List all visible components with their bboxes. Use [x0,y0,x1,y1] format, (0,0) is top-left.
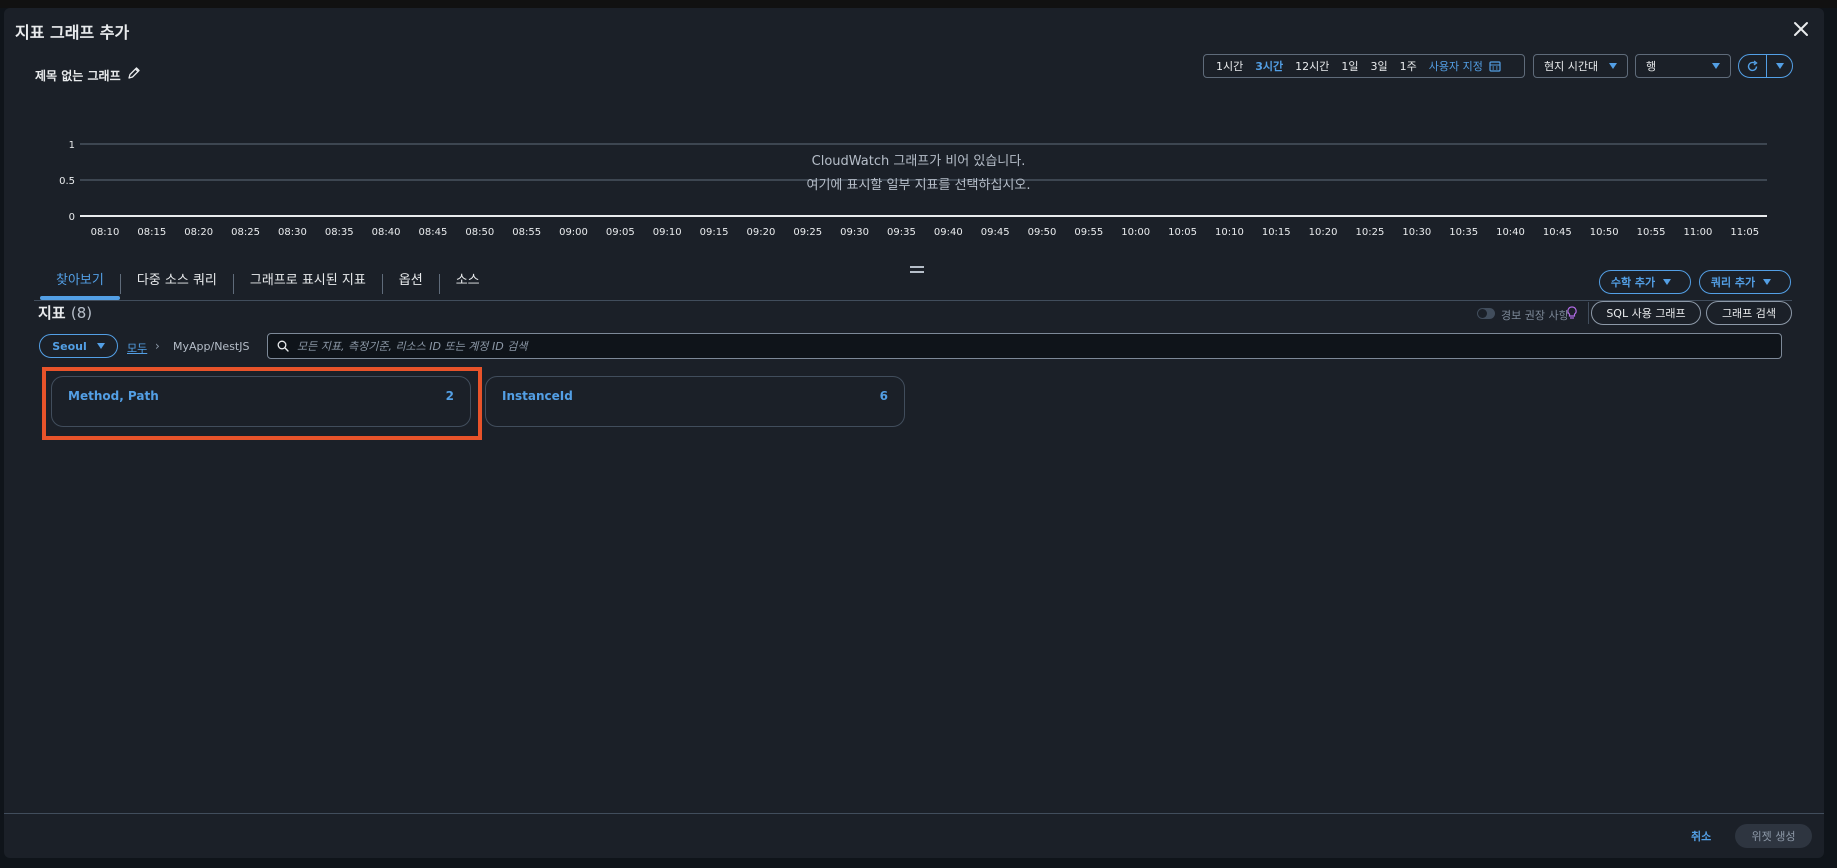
breadcrumb-namespace: MyApp/NestJS [173,340,250,353]
dimension-name: InstanceId [502,389,573,403]
alarm-recommendations-toggle[interactable] [1477,308,1495,319]
range-1d[interactable]: 1일 [1335,58,1364,74]
range-1h[interactable]: 1시간 [1210,58,1249,74]
chevron-right-icon: › [155,339,160,353]
tab-options[interactable]: 옵션 [383,268,439,300]
add-query-label: 쿼리 추가 [1710,276,1756,289]
refresh-icon [1747,59,1758,71]
caret-down-icon [96,343,105,349]
pencil-icon[interactable] [127,66,141,80]
breadcrumb-all[interactable]: 모두 [127,340,147,356]
add-math-label: 수학 추가 [1610,276,1656,289]
time-range-selector: 1시간 3시간 12시간 1일 3일 1주 사용자 지정 [1203,54,1525,78]
metric-search-field [267,333,1782,359]
metric-search-input[interactable] [297,339,1781,353]
dimension-count: 6 [879,389,888,403]
caret-down-icon [1775,63,1784,69]
alarm-recommendations-label: 경보 권장 사항 [1501,309,1569,322]
footer-divider [4,813,1824,814]
calendar-icon[interactable] [1489,60,1501,72]
close-icon [1794,22,1808,36]
add-math-button[interactable]: 수학 추가 [1599,270,1691,294]
divider [1588,302,1589,324]
empty-graph-title: CloudWatch 그래프가 비어 있습니다. [811,154,1026,169]
lightbulb-icon [1567,306,1577,319]
range-12h[interactable]: 12시간 [1289,58,1335,74]
tab-graphed-metrics[interactable]: 그래프로 표시된 지표 [234,268,382,300]
empty-graph-subtitle: 여기에 표시할 일부 지표를 선택하십시오. [806,178,1031,193]
add-query-button[interactable]: 쿼리 추가 [1699,270,1791,294]
refresh-control [1738,54,1793,78]
range-3h[interactable]: 3시간 [1249,58,1289,74]
dimension-card-instanceid[interactable]: InstanceId 6 [485,376,905,427]
tab-multi-source-query[interactable]: 다중 소스 쿼리 [121,268,233,300]
region-value: Seoul [52,339,87,353]
refresh-button[interactable] [1739,55,1767,77]
close-button[interactable] [1788,16,1814,42]
create-widget-button[interactable]: 위젯 생성 [1735,824,1812,848]
caret-down-icon [1609,63,1617,69]
modal-title: 지표 그래프 추가 [15,23,130,42]
view-value: 행 [1646,60,1657,73]
resize-handle[interactable] [910,266,924,274]
range-1w[interactable]: 1주 [1394,58,1423,74]
tab-browse[interactable]: 찾아보기 [40,268,120,300]
metrics-heading: 지표 (8) [38,302,92,323]
highlight-annotation-box [42,367,482,440]
metrics-heading-text: 지표 [38,304,66,322]
timezone-value: 현지 시간대 [1544,60,1599,73]
graph-title: 제목 없는 그래프 [35,69,121,83]
caret-down-icon [1763,279,1772,285]
timezone-select[interactable]: 현지 시간대 [1533,54,1628,78]
sql-graph-button[interactable]: SQL 사용 그래프 [1591,301,1701,325]
search-icon [277,340,289,352]
caret-down-icon [1712,63,1720,69]
region-select[interactable]: Seoul [39,334,118,358]
refresh-interval-dropdown[interactable] [1767,55,1792,77]
range-custom[interactable]: 사용자 지정 [1423,58,1487,74]
range-3d[interactable]: 3일 [1365,58,1394,74]
background-tab-strip [0,0,1837,8]
cancel-button[interactable]: 취소 [1691,828,1711,844]
tab-bar: 찾아보기 다중 소스 쿼리 그래프로 표시된 지표 옵션 소스 [40,268,496,300]
caret-down-icon [1663,279,1672,285]
tabs-divider [34,300,1792,301]
metrics-count: (8) [70,304,93,322]
tab-source[interactable]: 소스 [440,268,496,300]
view-select[interactable]: 행 [1635,54,1731,78]
graph-search-button[interactable]: 그래프 검색 [1706,301,1792,325]
